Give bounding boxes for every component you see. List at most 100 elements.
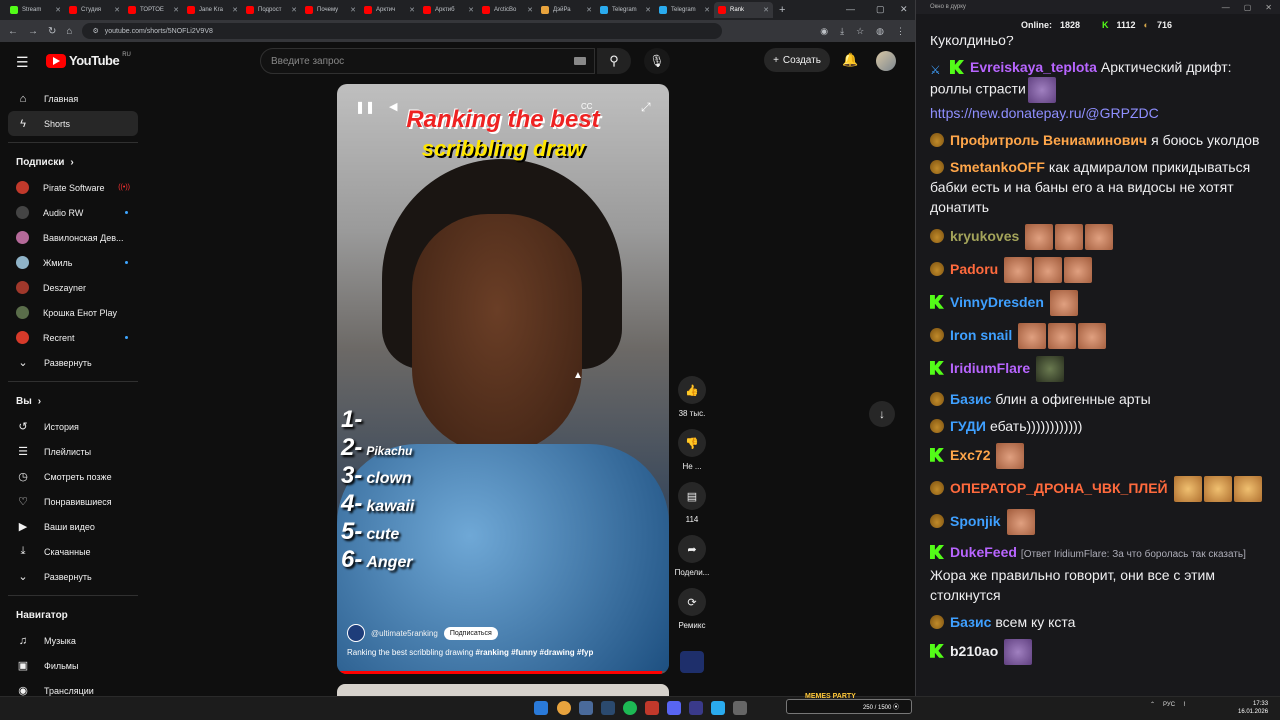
maximize-icon[interactable]: ▢ [876, 4, 885, 15]
app-icon[interactable] [645, 701, 659, 715]
minimize-icon[interactable]: — [846, 4, 855, 14]
chat-link[interactable]: https://new.donatepay.ru/@GRPZDC [930, 105, 1159, 121]
url-field[interactable]: ⚙ youtube.com/shorts/5NOFLi2V9V8 [82, 23, 723, 39]
close-tab-icon[interactable]: ✕ [232, 6, 238, 14]
sidebar-item-navigator[interactable]: ▣ Фильмы [8, 653, 138, 678]
chat-messages[interactable]: знаменитого футболиста, золотой мяч выиг… [916, 14, 1280, 696]
chat-username[interactable]: Iron snail [950, 327, 1012, 343]
telegram-icon[interactable] [711, 701, 725, 715]
site-info-icon[interactable]: ⚙ [92, 27, 98, 35]
lang-indicator[interactable]: РУС [1163, 702, 1175, 708]
home-icon[interactable]: ⌂ [66, 26, 72, 37]
browser-tab[interactable]: Rank ✕ [714, 2, 773, 18]
chat-username[interactable]: Evreiskaya_teplota [970, 59, 1097, 75]
close-tab-icon[interactable]: ✕ [409, 6, 415, 14]
close-tab-icon[interactable]: ✕ [291, 6, 297, 14]
fullscreen-icon[interactable]: ⤢ [641, 100, 651, 115]
network-icon[interactable]: ⌇ [1183, 701, 1186, 708]
browser-tab[interactable]: ТОРТОЕ ✕ [124, 2, 183, 18]
voice-search-button[interactable]: 🎙 [644, 48, 670, 74]
sidebar-item-subscription[interactable]: Жмиль [8, 250, 138, 275]
subscriptions-header[interactable]: Подписки › [8, 149, 138, 175]
new-tab-icon[interactable]: + [779, 4, 785, 16]
close-tab-icon[interactable]: ✕ [586, 6, 592, 14]
short-video-player[interactable]: Ranking the best scribbling draw 1- 2- Pik… [337, 84, 669, 674]
sidebar-item-subscription[interactable]: Крошка Енот Play [8, 300, 138, 325]
create-button[interactable]: + Создать [764, 48, 830, 72]
like-button[interactable]: 👍 [678, 376, 706, 404]
close-tab-icon[interactable]: ✕ [114, 6, 120, 14]
close-tab-icon[interactable]: ✕ [350, 6, 356, 14]
app-icon[interactable] [733, 701, 747, 715]
youtube-logo[interactable]: YouTube RU [46, 52, 131, 68]
chat-username[interactable]: b210ao [950, 643, 998, 659]
chat-username[interactable]: Exc72 [950, 447, 990, 463]
extension-icon[interactable]: ◉ [820, 26, 828, 37]
start-icon[interactable] [534, 701, 548, 715]
browser-tab[interactable]: Арктич ✕ [360, 2, 419, 18]
close-tab-icon[interactable]: ✕ [645, 6, 651, 14]
chat-username[interactable]: Базис [950, 614, 991, 630]
browser-tab[interactable]: Telegram ✕ [655, 2, 714, 18]
sidebar-item-you[interactable]: ☰ Плейлисты [8, 439, 138, 464]
steam-icon[interactable] [601, 701, 615, 715]
you-header[interactable]: Вы › [8, 388, 138, 414]
dislike-button[interactable]: 👎 [678, 429, 706, 457]
chat-username[interactable]: SmetankoOFF [950, 159, 1045, 175]
reload-icon[interactable]: ↻ [48, 26, 56, 37]
keyboard-icon[interactable] [574, 57, 586, 65]
discord-icon[interactable] [667, 701, 681, 715]
chat-username[interactable]: ГУДИ [950, 418, 986, 434]
close-tab-icon[interactable]: ✕ [527, 6, 533, 14]
sidebar-item-subscription[interactable]: ⌄ Развернуть [8, 350, 138, 375]
close-tab-icon[interactable]: ✕ [763, 6, 769, 14]
browser-tab[interactable]: Jane Kra ✕ [183, 2, 242, 18]
forward-icon[interactable]: → [28, 26, 38, 37]
browser-tab[interactable]: Почему ✕ [301, 2, 360, 18]
subscribe-button[interactable]: Подписаться [443, 626, 498, 640]
next-short-preview[interactable] [337, 684, 669, 696]
browser-tab[interactable]: Подрост ✕ [242, 2, 301, 18]
next-short-button[interactable]: ↓ [869, 401, 895, 427]
search-input[interactable]: Введите запрос [260, 48, 595, 74]
download-icon[interactable]: ⤓ [840, 26, 844, 37]
chat-username[interactable]: Базис [950, 391, 991, 407]
chat-username[interactable]: Padoru [950, 261, 998, 277]
sidebar-item-you[interactable]: ⌄ Развернуть [8, 564, 138, 589]
browser-tab[interactable]: Арктиб ✕ [419, 2, 478, 18]
sidebar-item-you[interactable]: ↺ История [8, 414, 138, 439]
sidebar-item-subscription[interactable]: Вавилонская Дев... [8, 225, 138, 250]
close-icon[interactable]: ✕ [900, 4, 908, 15]
browser-tab[interactable]: Stream ✕ [6, 2, 65, 18]
close-tab-icon[interactable]: ✕ [704, 6, 710, 14]
browser-tab[interactable]: ArcticBo ✕ [478, 2, 537, 18]
sidebar-item-you[interactable]: ▶ Ваши видео [8, 514, 138, 539]
close-icon[interactable]: ✕ [1265, 3, 1272, 12]
chat-username[interactable]: IridiumFlare [950, 360, 1030, 376]
sidebar-item-subscription[interactable]: Deszayner [8, 275, 138, 300]
sidebar-item-you[interactable]: ⤓ Скачанные [8, 539, 138, 564]
video-description[interactable]: Ranking the best scribbling drawing #ran… [347, 648, 657, 657]
chat-username[interactable]: VinnyDresden [950, 294, 1044, 310]
browser-tab[interactable]: Telegram ✕ [596, 2, 655, 18]
avatar[interactable] [876, 51, 896, 71]
bookmark-icon[interactable]: ☆ [856, 26, 864, 37]
sidebar-item-subscription[interactable]: Audio RW [8, 200, 138, 225]
close-tab-icon[interactable]: ✕ [173, 6, 179, 14]
comments-button[interactable]: ▤ [678, 482, 706, 510]
channel-avatar[interactable] [347, 624, 365, 642]
sidebar-item-home[interactable]: ⌂ Главная [8, 86, 138, 111]
clock[interactable]: 17:33 16.01.2026 [1238, 700, 1268, 716]
pause-icon[interactable]: ❚❚ [355, 100, 375, 114]
channel-name[interactable]: @ultimate5ranking [371, 629, 438, 638]
chrome-icon[interactable] [557, 701, 571, 715]
volume-icon[interactable]: ◀ [389, 100, 397, 113]
sidebar-item-you[interactable]: ◷ Смотреть позже [8, 464, 138, 489]
sidebar-item-navigator[interactable]: ♫ Музыка [8, 628, 138, 653]
menu-icon[interactable]: ☰ [16, 54, 29, 71]
chat-username[interactable]: kryukoves [950, 228, 1019, 244]
chat-username[interactable]: ОПЕРАТОР_ДРОНА_ЧВК_ПЛЕЙ [950, 480, 1168, 496]
sidebar-item-subscription[interactable]: Recrent [8, 325, 138, 350]
app-icon[interactable] [689, 701, 703, 715]
more-icon[interactable]: ⋮ [896, 26, 905, 37]
